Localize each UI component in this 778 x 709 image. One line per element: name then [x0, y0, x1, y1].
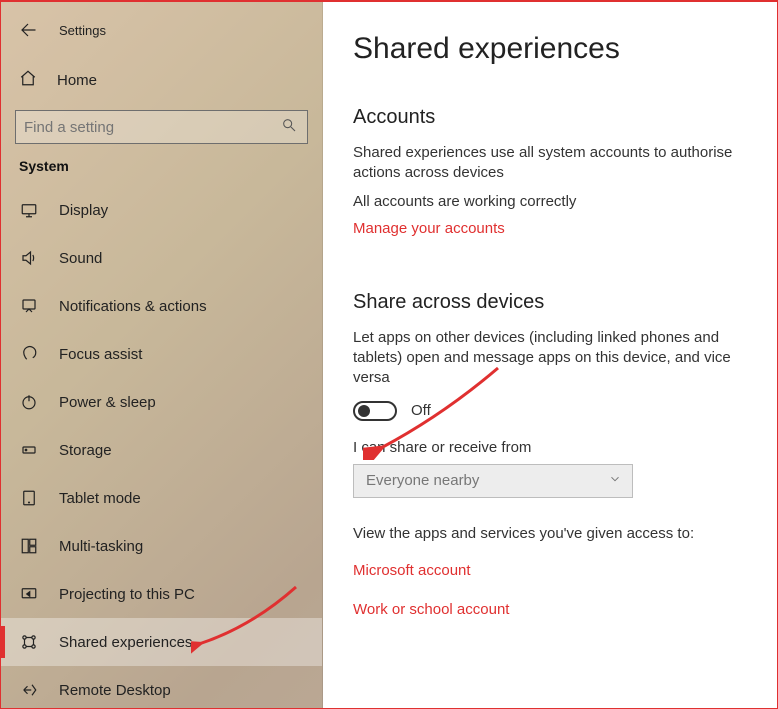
- multitask-icon: [19, 537, 39, 555]
- settings-sidebar: Settings Home System Display: [1, 2, 323, 708]
- sidebar-item-multitask[interactable]: Multi-tasking: [1, 522, 322, 570]
- chevron-down-icon: [608, 472, 622, 490]
- notifications-icon: [19, 297, 39, 315]
- sidebar-item-power[interactable]: Power & sleep: [1, 378, 322, 426]
- sidebar-item-label: Power & sleep: [59, 394, 156, 411]
- page-title: Shared experiences: [353, 32, 759, 66]
- search-box[interactable]: [15, 110, 308, 144]
- app-title: Settings: [59, 23, 106, 38]
- home-nav[interactable]: Home: [1, 58, 322, 102]
- home-label: Home: [57, 72, 97, 89]
- sidebar-item-label: Multi-tasking: [59, 538, 143, 555]
- sidebar-item-remote-desktop[interactable]: Remote Desktop: [1, 666, 322, 709]
- share-toggle[interactable]: [353, 401, 397, 421]
- sidebar-item-label: Shared experiences: [59, 634, 192, 651]
- sidebar-item-tablet[interactable]: Tablet mode: [1, 474, 322, 522]
- sound-icon: [19, 249, 39, 267]
- projecting-icon: [19, 585, 39, 603]
- sidebar-item-label: Focus assist: [59, 346, 142, 363]
- storage-icon: [19, 441, 39, 459]
- sidebar-item-label: Notifications & actions: [59, 298, 207, 315]
- dropdown-value: Everyone nearby: [366, 472, 479, 489]
- accounts-status: All accounts are working correctly: [353, 192, 759, 212]
- sidebar-item-projecting[interactable]: Projecting to this PC: [1, 570, 322, 618]
- sidebar-nav: Display Sound Notifications & actions Fo…: [1, 186, 322, 709]
- sidebar-item-storage[interactable]: Storage: [1, 426, 322, 474]
- accounts-heading: Accounts: [353, 106, 759, 129]
- section-title: System: [1, 158, 322, 186]
- share-description: Let apps on other devices (including lin…: [353, 328, 759, 389]
- back-icon[interactable]: [19, 21, 37, 39]
- access-label: View the apps and services you've given …: [353, 524, 759, 544]
- home-icon: [19, 69, 37, 92]
- main-panel: Shared experiences Accounts Shared exper…: [323, 2, 777, 708]
- share-heading: Share across devices: [353, 291, 759, 314]
- display-icon: [19, 201, 39, 219]
- receive-from-label: I can share or receive from: [353, 439, 759, 456]
- work-school-account-link[interactable]: Work or school account: [353, 601, 759, 618]
- search-icon: [281, 117, 297, 138]
- sidebar-item-focus-assist[interactable]: Focus assist: [1, 330, 322, 378]
- sidebar-item-notifications[interactable]: Notifications & actions: [1, 282, 322, 330]
- sidebar-item-label: Projecting to this PC: [59, 586, 195, 603]
- remote-desktop-icon: [19, 681, 39, 699]
- sidebar-item-display[interactable]: Display: [1, 186, 322, 234]
- search-input[interactable]: [24, 119, 264, 136]
- sidebar-item-label: Remote Desktop: [59, 682, 171, 699]
- receive-from-dropdown[interactable]: Everyone nearby: [353, 464, 633, 498]
- shared-experiences-icon: [19, 633, 39, 651]
- share-toggle-state: Off: [411, 402, 431, 419]
- tablet-icon: [19, 489, 39, 507]
- focus-assist-icon: [19, 345, 39, 363]
- manage-accounts-link[interactable]: Manage your accounts: [353, 220, 759, 237]
- sidebar-item-label: Display: [59, 202, 108, 219]
- sidebar-item-shared-experiences[interactable]: Shared experiences: [1, 618, 322, 666]
- sidebar-item-label: Sound: [59, 250, 102, 267]
- power-icon: [19, 393, 39, 411]
- sidebar-item-sound[interactable]: Sound: [1, 234, 322, 282]
- sidebar-item-label: Storage: [59, 442, 112, 459]
- sidebar-item-label: Tablet mode: [59, 490, 141, 507]
- accounts-description: Shared experiences use all system accoun…: [353, 143, 759, 184]
- microsoft-account-link[interactable]: Microsoft account: [353, 562, 759, 579]
